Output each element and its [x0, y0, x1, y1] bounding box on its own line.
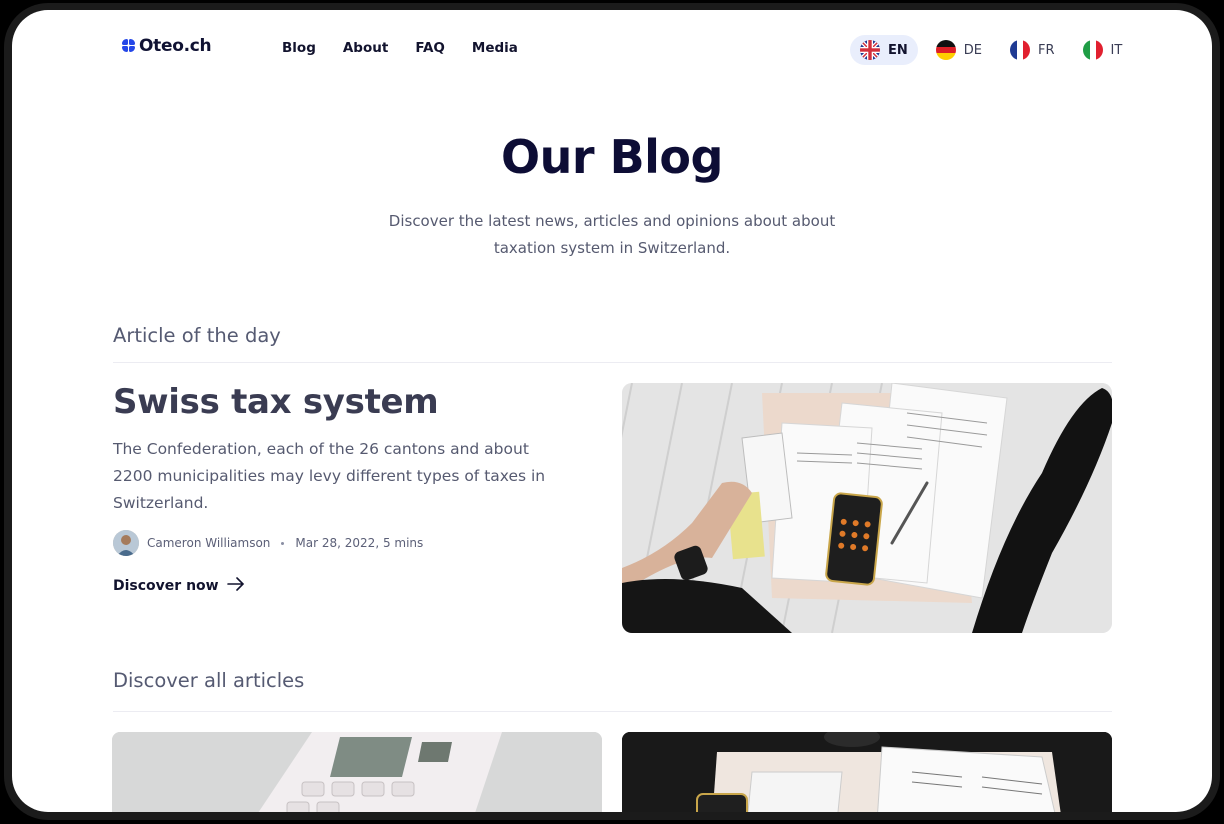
italy-flag-icon: [1082, 40, 1103, 60]
menu-item-about[interactable]: About: [343, 40, 388, 56]
germany-flag-icon: [935, 40, 956, 60]
language-switcher: EN DE FR IT: [850, 35, 1140, 65]
article-card-image[interactable]: [112, 732, 602, 812]
separator-dot: [281, 541, 285, 545]
avatar: [113, 530, 139, 556]
france-flag-icon: [1010, 40, 1030, 60]
lang-label: EN: [888, 42, 908, 58]
arrow-right-icon: [226, 577, 245, 595]
logo-icon: [122, 39, 136, 53]
discover-label: Discover now: [113, 578, 219, 594]
lang-label: FR: [1038, 42, 1055, 58]
page-title: Our Blog: [501, 130, 723, 184]
divider: [113, 362, 1112, 363]
section-label-article-of-day: Article of the day: [113, 324, 281, 347]
browser-viewport: Oteo.ch Blog About FAQ Media EN DE FR IT…: [12, 10, 1212, 812]
lang-fr[interactable]: FR: [1000, 35, 1065, 65]
featured-description: The Confederation, each of the 26 canton…: [113, 440, 546, 512]
lang-en[interactable]: EN: [850, 35, 918, 65]
menu-item-blog[interactable]: Blog: [282, 40, 316, 56]
top-nav: Oteo.ch Blog About FAQ Media EN DE FR IT: [12, 10, 1212, 90]
page-subtitle: Discover the latest news, articles and o…: [388, 212, 836, 257]
divider: [113, 711, 1112, 712]
featured-title[interactable]: Swiss tax system: [113, 382, 439, 422]
menu-item-media[interactable]: Media: [472, 40, 518, 56]
featured-image[interactable]: [622, 383, 1112, 633]
lang-de[interactable]: DE: [926, 35, 992, 65]
lang-it[interactable]: IT: [1073, 35, 1133, 65]
featured-meta: Cameron Williamson Mar 28, 2022, 5 mins: [113, 530, 423, 556]
lang-label: IT: [1110, 42, 1123, 58]
post-date: Mar 28, 2022, 5 mins: [295, 536, 424, 550]
logo[interactable]: Oteo.ch: [122, 36, 212, 56]
article-card-image[interactable]: [622, 732, 1112, 812]
lang-label: DE: [963, 42, 982, 58]
discover-now-link[interactable]: Discover now: [113, 577, 245, 595]
main-menu: Blog About FAQ Media: [282, 40, 518, 56]
logo-text: Oteo.ch: [139, 36, 212, 56]
section-label-all-articles: Discover all articles: [113, 669, 305, 692]
menu-item-faq[interactable]: FAQ: [415, 40, 445, 56]
author-name: Cameron Williamson: [147, 536, 271, 550]
uk-flag-icon: [860, 40, 880, 60]
